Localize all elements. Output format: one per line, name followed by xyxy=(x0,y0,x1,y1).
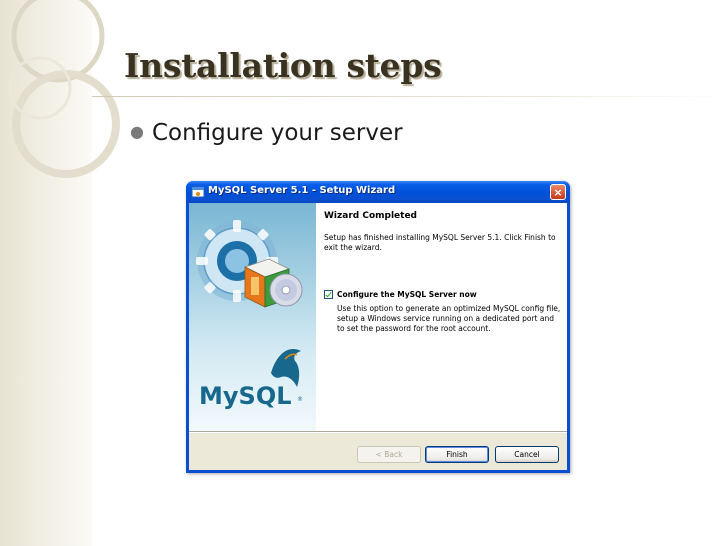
bullet-icon: ● xyxy=(130,122,144,141)
wizard-message: Setup has finished installing MySQL Serv… xyxy=(324,233,556,252)
decorative-circles xyxy=(8,0,120,178)
configure-checkbox-label[interactable]: Configure the MySQL Server now xyxy=(337,290,477,299)
dialog-titlebar[interactable]: MySQL Server 5.1 - Setup Wizard × xyxy=(186,181,570,203)
setup-wizard-dialog: MySQL Server 5.1 - Setup Wizard × MySQL … xyxy=(186,181,570,473)
setup-window-icon xyxy=(191,186,205,198)
finish-button[interactable]: Finish xyxy=(425,446,489,463)
mysql-logo: MySQL xyxy=(199,382,292,410)
configure-checkbox[interactable] xyxy=(324,290,333,299)
button-bar-divider xyxy=(189,431,567,433)
bullet-item: ● Configure your server xyxy=(130,120,403,146)
wizard-side-panel: MySQL ® xyxy=(189,203,316,431)
bullet-text: Configure your server xyxy=(151,120,403,146)
slide-title: Installation steps xyxy=(124,46,442,85)
cancel-button[interactable]: Cancel xyxy=(495,446,559,463)
close-icon[interactable]: × xyxy=(550,184,566,200)
configure-description: Use this option to generate an optimized… xyxy=(337,304,561,333)
title-underline xyxy=(92,96,728,97)
wizard-heading: Wizard Completed xyxy=(324,211,417,221)
registered-mark: ® xyxy=(297,396,303,403)
dialog-client-area: MySQL ® Wizard Completed Setup has finis… xyxy=(189,203,567,470)
dialog-title: MySQL Server 5.1 - Setup Wizard xyxy=(208,185,396,196)
configure-checkbox-row[interactable]: Configure the MySQL Server now xyxy=(324,290,477,299)
wizard-content-panel: Wizard Completed Setup has finished inst… xyxy=(316,203,567,431)
cd-disc-icon xyxy=(269,273,303,307)
back-button[interactable]: < Back xyxy=(357,446,421,463)
wizard-side-art: MySQL ® xyxy=(196,220,303,410)
